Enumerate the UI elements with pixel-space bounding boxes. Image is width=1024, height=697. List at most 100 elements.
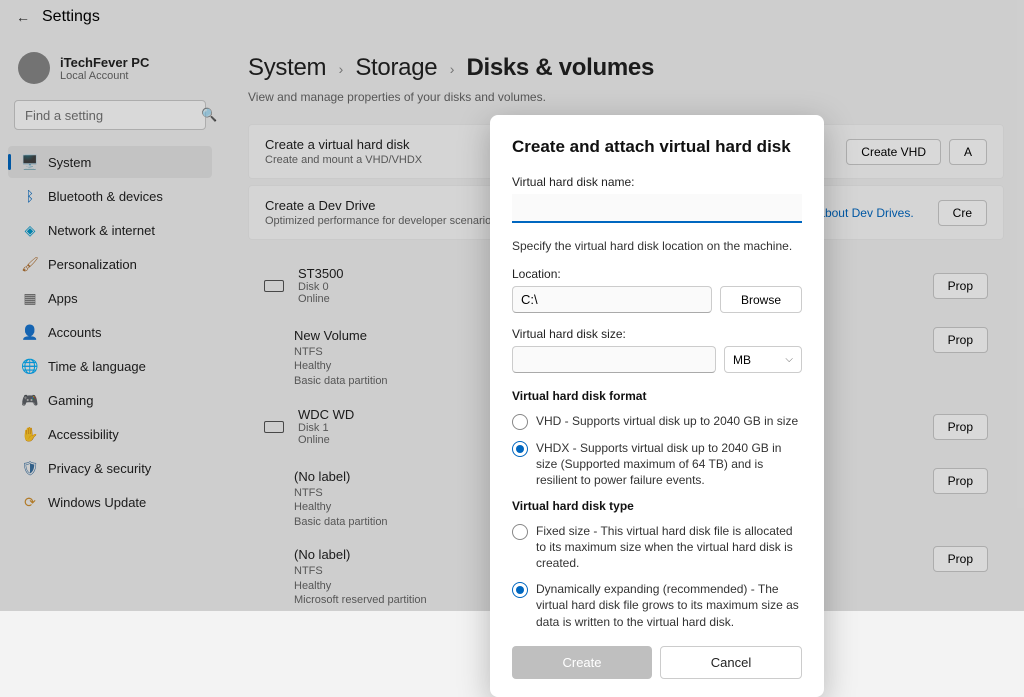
title-bar: ← Settings — [0, 0, 1024, 34]
nav-icon: ⟳ — [22, 494, 38, 510]
page-subtitle: View and manage properties of your disks… — [248, 90, 1004, 104]
search-input-wrapper[interactable]: 🔍 — [14, 100, 206, 130]
user-profile[interactable]: iTechFever PC Local Account — [8, 44, 212, 100]
card-subtitle: Create and mount a VHD/VHDX — [265, 154, 422, 166]
sidebar-item-network-internet[interactable]: ◈ Network & internet — [8, 214, 212, 246]
create-button[interactable]: Create — [512, 646, 652, 679]
nav-icon: 🎮 — [22, 392, 38, 408]
avatar-icon — [18, 52, 50, 84]
sidebar-item-personalization[interactable]: 🖌 Personalization — [8, 248, 212, 280]
format-vhd-radio[interactable]: VHD - Supports virtual disk up to 2040 G… — [512, 413, 802, 430]
create-vhd-dialog: Create and attach virtual hard disk Virt… — [490, 115, 824, 697]
sidebar-item-bluetooth-devices[interactable]: ᛒBluetooth & devices — [8, 180, 212, 212]
nav-label: Apps — [48, 291, 78, 306]
disk-properties-button[interactable]: Prop — [933, 273, 988, 299]
radio-icon — [512, 524, 528, 540]
disk-name: WDC WD — [298, 407, 354, 422]
size-unit-select[interactable]: MB ⌵ — [724, 346, 802, 373]
volume-name: (No label) — [294, 468, 388, 486]
vhd-name-label: Virtual hard disk name: — [512, 175, 802, 189]
unit-value: MB — [733, 353, 751, 367]
volume-properties-button[interactable]: Prop — [933, 468, 988, 494]
breadcrumb: System › Storage › Disks & volumes — [248, 54, 1004, 82]
chevron-right-icon: › — [339, 61, 343, 77]
create-vhd-button[interactable]: Create VHD — [846, 139, 941, 165]
sidebar-item-windows-update[interactable]: ⟳ Windows Update — [8, 486, 212, 518]
volume-health: Healthy — [294, 579, 427, 594]
nav-label: Gaming — [48, 393, 94, 408]
radio-label: Dynamically expanding (recommended) - Th… — [536, 581, 802, 630]
sidebar-item-time-language[interactable]: 🌐Time & language — [8, 350, 212, 382]
volume-type: Microsoft reserved partition — [294, 593, 427, 608]
nav-icon: 🌐 — [22, 358, 38, 374]
sidebar-item-gaming[interactable]: 🎮 Gaming — [8, 384, 212, 416]
location-input[interactable] — [512, 286, 712, 313]
browse-button[interactable]: Browse — [720, 286, 802, 313]
nav-label: Windows Update — [48, 495, 146, 510]
sidebar-item-privacy-security[interactable]: 🛡 Privacy & security — [8, 452, 212, 484]
attach-vhd-button[interactable]: A — [949, 139, 987, 165]
nav-label: Privacy & security — [48, 461, 151, 476]
volume-type: Basic data partition — [294, 374, 388, 389]
chevron-down-icon: ⌵ — [785, 354, 793, 365]
nav-icon: 🛡 — [22, 460, 38, 476]
location-help-text: Specify the virtual hard disk location o… — [512, 239, 802, 253]
volume-name: New Volume — [294, 327, 388, 345]
disk-sub: Disk 1 — [298, 422, 354, 434]
volume-type: Basic data partition — [294, 515, 388, 530]
radio-label: VHD - Supports virtual disk up to 2040 G… — [536, 413, 798, 429]
volume-fs: NTFS — [294, 486, 388, 501]
radio-label: VHDX - Supports virtual disk up to 2040 … — [536, 440, 802, 489]
nav-label: Network & internet — [48, 223, 155, 238]
nav-label: Accounts — [48, 325, 101, 340]
nav-icon: ▦ — [22, 290, 38, 306]
format-header: Virtual hard disk format — [512, 389, 802, 403]
sidebar-item-accessibility[interactable]: ✋ Accessibility — [8, 418, 212, 450]
type-header: Virtual hard disk type — [512, 499, 802, 513]
cancel-button[interactable]: Cancel — [660, 646, 802, 679]
search-input[interactable] — [25, 108, 201, 123]
card-subtitle: Optimized performance for developer scen… — [265, 215, 497, 227]
sidebar: iTechFever PC Local Account 🔍 🖥️SystemᛒB… — [0, 34, 220, 615]
volume-properties-button[interactable]: Prop — [933, 327, 988, 353]
breadcrumb-current: Disks & volumes — [466, 54, 654, 81]
format-vhdx-radio[interactable]: VHDX - Supports virtual disk up to 2040 … — [512, 440, 802, 489]
search-icon: 🔍 — [201, 107, 217, 123]
disk-status: Online — [298, 434, 354, 446]
type-fixed-radio[interactable]: Fixed size - This virtual hard disk file… — [512, 523, 802, 572]
nav-icon: 👤 — [22, 324, 38, 340]
breadcrumb-system[interactable]: System — [248, 54, 326, 81]
nav-icon: ✋ — [22, 426, 38, 442]
radio-icon — [512, 582, 528, 598]
user-name: iTechFever PC — [60, 55, 149, 70]
nav-label: Accessibility — [48, 427, 119, 442]
volume-properties-button[interactable]: Prop — [933, 546, 988, 572]
nav-icon: ◈ — [22, 222, 38, 238]
back-button[interactable]: ← — [16, 9, 30, 25]
nav-icon: 🖌 — [22, 256, 38, 272]
radio-icon — [512, 414, 528, 430]
radio-label: Fixed size - This virtual hard disk file… — [536, 523, 802, 572]
create-dev-drive-button[interactable]: Cre — [938, 200, 987, 226]
radio-icon — [512, 441, 528, 457]
sidebar-item-accounts[interactable]: 👤 Accounts — [8, 316, 212, 348]
sidebar-item-system[interactable]: 🖥️System — [8, 146, 212, 178]
disk-icon — [264, 421, 284, 433]
nav-icon: 🖥️ — [22, 154, 38, 170]
breadcrumb-storage[interactable]: Storage — [355, 54, 437, 81]
disk-name: ST3500 — [298, 266, 344, 281]
vhd-name-input[interactable] — [512, 194, 802, 223]
type-dynamic-radio[interactable]: Dynamically expanding (recommended) - Th… — [512, 581, 802, 630]
size-input[interactable] — [512, 346, 716, 373]
disk-icon — [264, 280, 284, 292]
volume-name: (No label) — [294, 546, 427, 564]
user-account-type: Local Account — [60, 70, 149, 82]
disk-properties-button[interactable]: Prop — [933, 414, 988, 440]
volume-health: Healthy — [294, 500, 388, 515]
nav-label: Personalization — [48, 257, 137, 272]
volume-fs: NTFS — [294, 345, 388, 360]
sidebar-item-apps[interactable]: ▦ Apps — [8, 282, 212, 314]
disk-status: Online — [298, 293, 344, 305]
volume-fs: NTFS — [294, 564, 427, 579]
location-label: Location: — [512, 267, 802, 281]
